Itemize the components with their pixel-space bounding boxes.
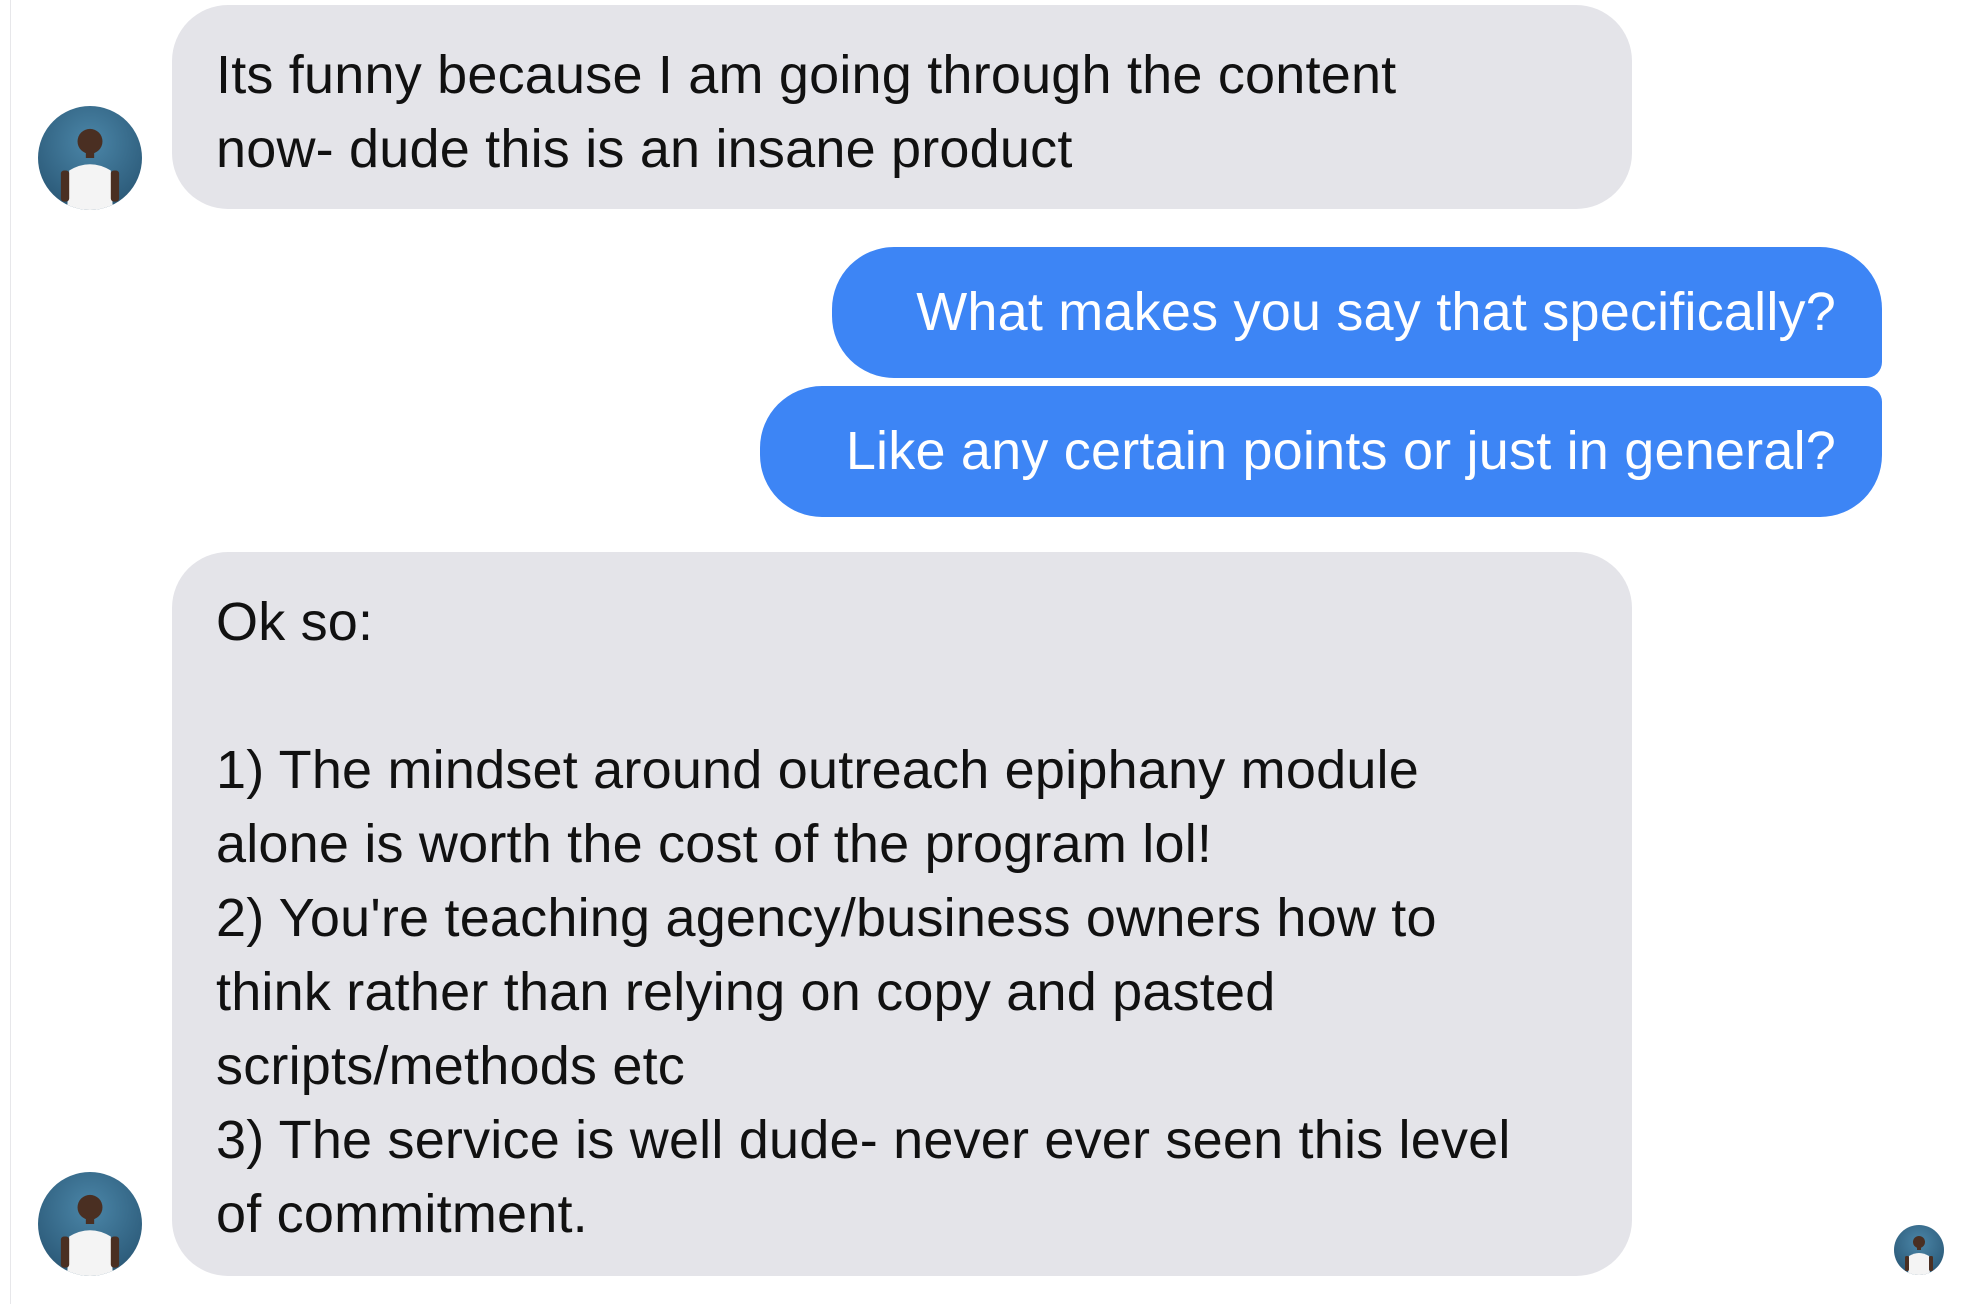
contact-avatar-icon[interactable] [38, 106, 142, 210]
seen-avatar-icon [1894, 1225, 1944, 1275]
incoming-message: Its funny because I am going through the… [172, 5, 1632, 209]
incoming-message: Ok so: 1) The mindset around outreach ep… [172, 552, 1632, 1276]
outgoing-message: Like any certain points or just in gener… [760, 386, 1882, 517]
contact-avatar-icon[interactable] [38, 1172, 142, 1276]
outgoing-message: What makes you say that specifically? [832, 247, 1882, 378]
